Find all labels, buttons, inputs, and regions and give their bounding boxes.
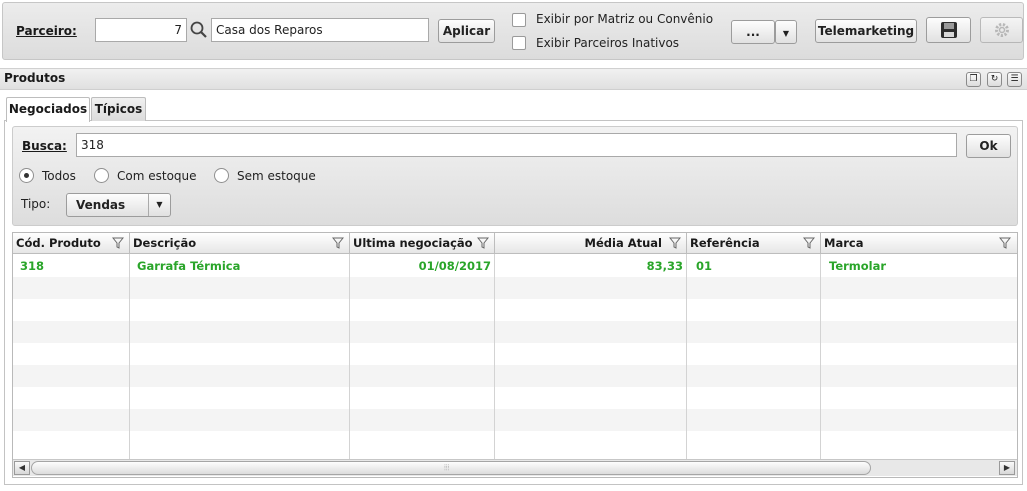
search-icon[interactable]: [189, 20, 209, 40]
empty-row: [13, 365, 1017, 387]
list-icon: ☰: [1010, 74, 1019, 84]
cell-referencia: 01: [696, 259, 713, 273]
matriz-checkbox[interactable]: [512, 13, 526, 27]
inativos-checkbox[interactable]: [512, 36, 526, 50]
products-grid: Cód. Produto Descrição Ultima negociação…: [12, 232, 1018, 478]
refresh-icon: ↻: [990, 74, 999, 84]
section-title: Produtos: [4, 71, 66, 85]
radio-com-estoque-label: Com estoque: [117, 169, 197, 183]
filter-icon[interactable]: [669, 237, 681, 249]
filter-icon[interactable]: [477, 237, 489, 249]
horizontal-scrollbar[interactable]: ◀ ⦙⦙⦙ ▶: [13, 459, 1017, 476]
matriz-checkbox-label: Exibir por Matriz ou Convênio: [536, 12, 714, 26]
radio-todos-label: Todos: [42, 169, 76, 183]
column-divider: [349, 254, 350, 459]
column-divider: [129, 254, 130, 459]
column-divider: [820, 254, 821, 459]
telemarketing-button[interactable]: Telemarketing: [815, 19, 917, 43]
windows-icon: ❐: [969, 74, 978, 84]
column-header-label: Cód. Produto: [16, 236, 101, 250]
inativos-checkbox-label: Exibir Parceiros Inativos: [536, 36, 680, 50]
settings-button[interactable]: [980, 17, 1023, 43]
restore-window-button[interactable]: ❐: [966, 72, 981, 87]
grip-icon: ⦙⦙⦙: [444, 463, 450, 472]
gear-icon: [994, 23, 1009, 37]
filter-icon[interactable]: [112, 237, 124, 249]
radio-sem-estoque-label: Sem estoque: [237, 169, 316, 183]
column-header-label: Ultima negociação: [353, 236, 473, 250]
ok-button[interactable]: Ok: [966, 134, 1011, 158]
search-label: Busca:: [22, 139, 67, 153]
filter-icon[interactable]: [803, 237, 815, 249]
cell-ultima: 01/08/2017: [418, 259, 491, 273]
radio-sem-estoque[interactable]: [214, 168, 229, 183]
products-section-bar: [0, 68, 1027, 90]
filter-icon[interactable]: [332, 237, 344, 249]
radio-com-estoque[interactable]: [94, 168, 109, 183]
radio-todos[interactable]: [19, 168, 34, 183]
options-button[interactable]: ☰: [1007, 72, 1022, 87]
scrollbar-thumb[interactable]: ⦙⦙⦙: [31, 461, 871, 475]
save-button[interactable]: [926, 17, 971, 43]
more-button[interactable]: ...: [731, 20, 775, 44]
column-header-label: Média Atual: [584, 236, 662, 250]
apply-button[interactable]: Aplicar: [438, 19, 495, 43]
scroll-right-icon[interactable]: ▶: [999, 461, 1015, 475]
column-divider: [494, 254, 495, 459]
cell-codigo: 318: [20, 259, 45, 273]
refresh-button[interactable]: ↻: [987, 72, 1002, 87]
tipo-select-value: Vendas: [76, 198, 126, 212]
column-header-marca[interactable]: Marca: [821, 233, 1017, 254]
chevron-down-icon: ▼: [782, 29, 790, 38]
empty-row: [13, 321, 1017, 343]
column-header-media[interactable]: Média Atual: [495, 233, 687, 254]
scroll-left-icon[interactable]: ◀: [14, 461, 30, 475]
cell-marca: Termolar: [829, 259, 887, 273]
cell-descricao: Garrafa Térmica: [137, 259, 241, 273]
filter-icon[interactable]: [999, 237, 1011, 249]
save-icon: [940, 22, 957, 38]
more-dropdown-button[interactable]: ▼: [775, 20, 797, 44]
cell-media: 83,33: [646, 259, 683, 273]
tab-negociados[interactable]: Negociados: [6, 97, 90, 122]
column-header-label: Descrição: [133, 236, 197, 250]
column-divider: [686, 254, 687, 459]
parceiro-name-input[interactable]: [211, 18, 429, 42]
tab-tipicos[interactable]: Típicos: [91, 97, 146, 121]
column-header-ultima[interactable]: Ultima negociação: [350, 233, 495, 254]
empty-row: [13, 277, 1017, 299]
column-header-descricao[interactable]: Descrição: [130, 233, 350, 254]
chevron-down-icon: ▼: [148, 194, 170, 216]
column-header-referencia[interactable]: Referência: [687, 233, 821, 254]
column-header-label: Referência: [690, 236, 760, 250]
table-row[interactable]: 318 Garrafa Térmica 01/08/2017 83,33 01 …: [13, 255, 1017, 277]
parceiro-code-input[interactable]: [95, 18, 187, 42]
search-input[interactable]: [76, 133, 957, 157]
tipo-select[interactable]: Vendas ▼: [66, 193, 171, 217]
tipo-label: Tipo:: [21, 197, 51, 211]
parceiro-label[interactable]: Parceiro:: [16, 24, 77, 38]
column-header-label: Marca: [824, 236, 864, 250]
empty-row: [13, 409, 1017, 431]
